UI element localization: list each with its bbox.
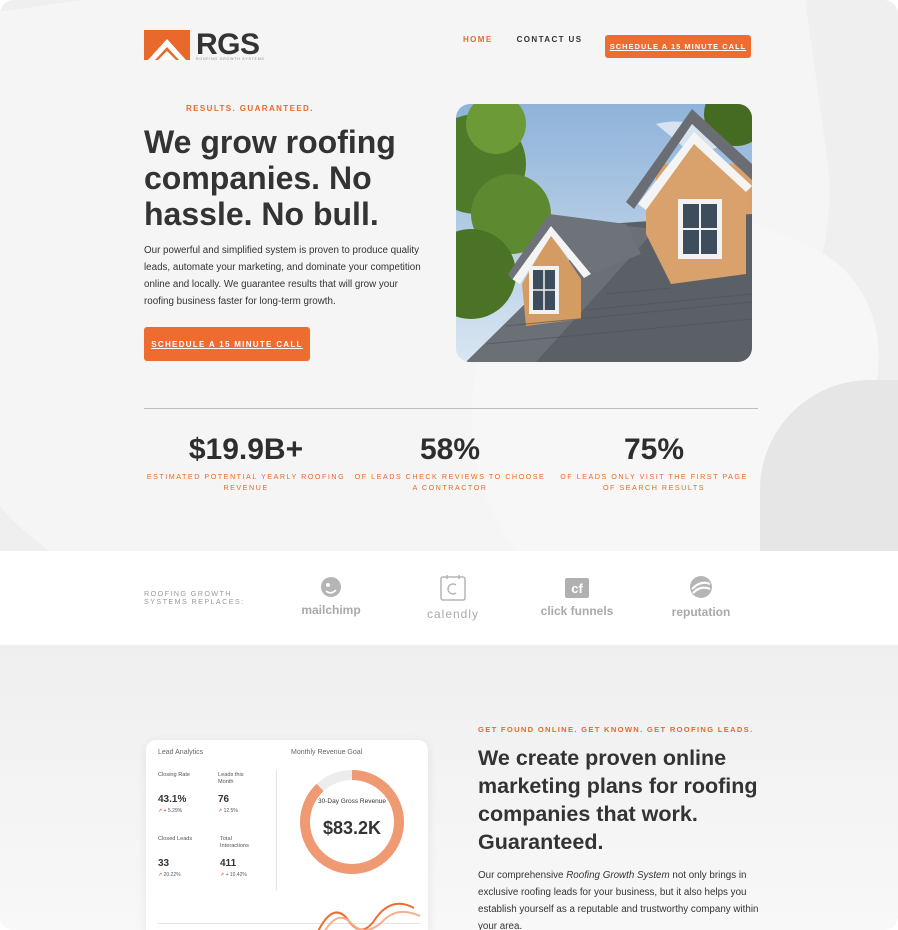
lead-analytics-title: Lead Analytics [158,749,204,756]
reputation-icon [690,576,712,598]
dashboard-mockup: Lead Analytics Monthly Revenue Goal Clos… [146,740,428,930]
stat-first-page: 75% OF LEADS ONLY VISIT THE FIRST PAGE O… [554,432,754,493]
hero-description: Our powerful and simplified system is pr… [144,245,421,307]
section-eyebrow: GET FOUND ONLINE. GET KNOWN. GET ROOFING… [478,725,754,734]
metric-label: Total Interactions [220,836,249,849]
section-body-text: Our comprehensive [478,870,567,881]
section-body-emphasis: Roofing Growth System [566,870,670,881]
section-description: Our comprehensive Roofing Growth System … [478,867,763,930]
hero-schedule-call-button[interactable]: SCHEDULE A 15 MINUTE CALL [144,327,310,361]
site-logo[interactable]: RGS ROOFING GROWTH SYSTEMS [144,28,264,61]
metric-label: Leads this Month [218,772,244,785]
logo-tagline: ROOFING GROWTH SYSTEMS [196,57,265,61]
partner-name: reputation [671,605,731,619]
stat-value: 75% [623,433,685,466]
partner-name: mailchimp [301,603,361,617]
partner-reputation: reputation [664,574,738,619]
stat-value: 58% [419,433,481,466]
nav-home[interactable]: HOME [463,35,493,44]
calendly-icon [440,575,466,601]
partner-clickfunnels: cf click funnels [536,577,618,618]
partner-name: click funnels [540,604,614,618]
revenue-goal-title: Monthly Revenue Goal [291,749,363,756]
metric-value: 43.1% [158,794,187,805]
hero-roof-photo [456,104,752,362]
replaces-label: ROOFING GROWTH SYSTEMS REPLACES: [144,589,245,606]
main-nav: HOME CONTACT US [463,35,582,44]
stat-reviews: 58% OF LEADS CHECK REVIEWS TO CHOOSE A C… [350,432,550,493]
metric-change: + 5.29% [158,808,183,814]
partner-calendly: calendly [418,574,488,621]
metric-change: 20.22% [158,872,181,878]
stat-label: OF LEADS ONLY VISIT THE FIRST PAGE OF SE… [560,472,748,492]
section-title: We create proven online marketing plans … [478,746,758,854]
metric-change: + 10.42% [220,872,247,878]
stat-value: $19.9B+ [188,433,304,466]
stat-revenue: $19.9B+ ESTIMATED POTENTIAL YEARLY ROOFI… [146,432,346,493]
logo-wordmark: RGS [196,28,260,61]
metric-value: 33 [158,858,170,869]
metric-value: 76 [218,794,230,805]
stat-label: OF LEADS CHECK REVIEWS TO CHOOSE A CONTR… [354,472,546,492]
donut-value: $83.2K [322,818,382,838]
roof-logo-icon [144,30,190,60]
revenue-trend-lines [317,902,421,930]
svg-text:cf: cf [571,581,583,596]
metric-label: Closing Rate [158,772,191,778]
metric-value: 411 [220,858,237,869]
dashboard-divider [276,770,277,890]
header-schedule-call-button[interactable]: SCHEDULE A 15 MINUTE CALL [605,35,751,58]
stat-label: ESTIMATED POTENTIAL YEARLY ROOFING REVEN… [146,472,346,492]
partner-mailchimp: mailchimp [296,574,366,617]
mailchimp-icon [321,577,341,597]
hero-eyebrow: RESULTS. GUARANTEED. [186,104,314,113]
hero-title: We grow roofing companies. No hassle. No… [144,124,396,232]
clickfunnels-icon: cf [565,578,589,598]
donut-label: 30-Day Gross Revenue [318,798,386,805]
metric-label: Closed Leads [158,836,193,842]
section-divider [144,408,758,409]
page-frame: RGS ROOFING GROWTH SYSTEMS HOME CONTACT … [0,0,898,930]
nav-contact-us[interactable]: CONTACT US [517,35,583,44]
partner-name: calendly [426,607,480,621]
metric-change: 12.5% [218,808,238,814]
